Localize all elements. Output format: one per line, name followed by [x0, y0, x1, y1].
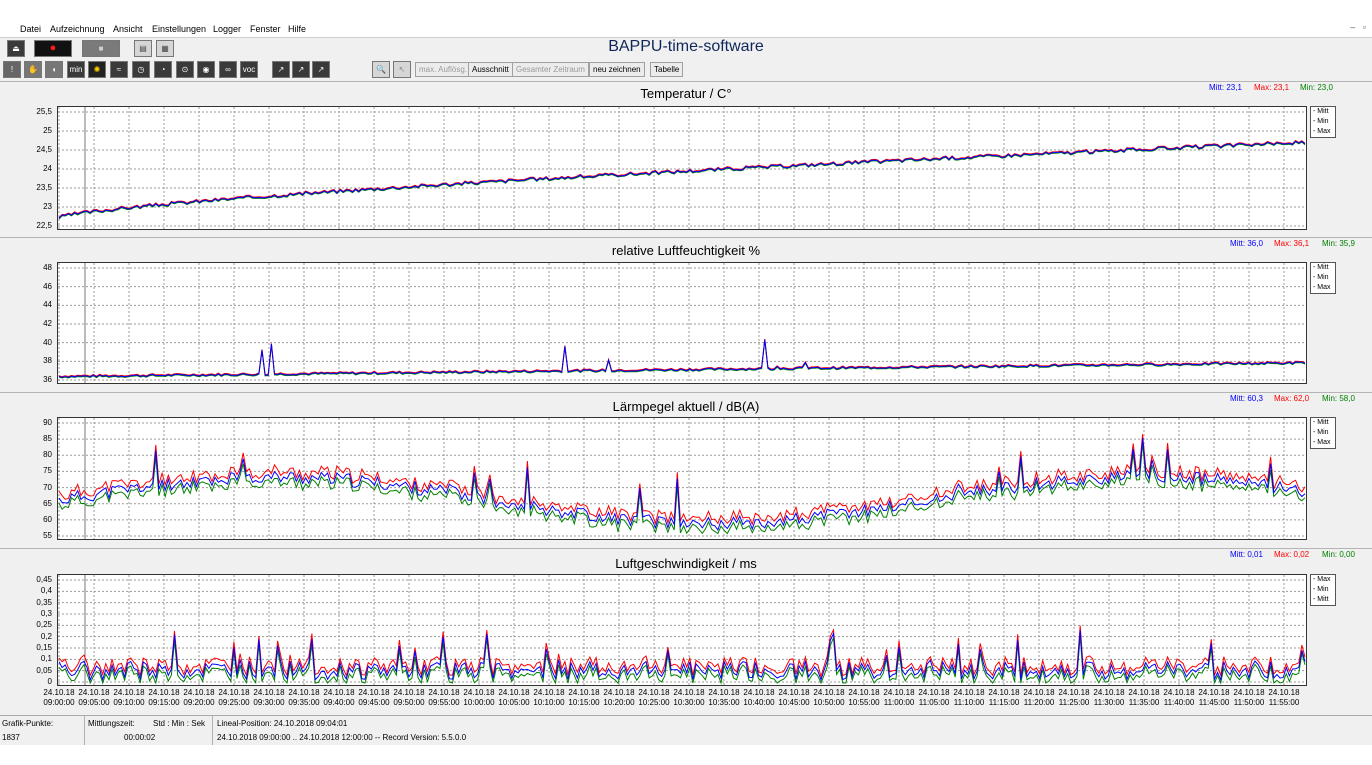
- y-tick-label: 80: [43, 450, 52, 460]
- menu-fenster[interactable]: Fenster: [250, 24, 281, 34]
- plot-canvas: [58, 263, 1306, 383]
- ball-icon[interactable]: ◉: [197, 61, 215, 78]
- series-mitt: [58, 438, 1306, 531]
- y-tick-label: 0,1: [40, 654, 52, 664]
- noise-panel: Lärmpegel aktuell / dB(A) Mitt: 60,3 Max…: [0, 392, 1372, 549]
- y-tick-label: 22,5: [36, 221, 52, 230]
- ausschnitt-button[interactable]: Ausschnitt: [468, 62, 513, 77]
- y-tick-label: 44: [43, 300, 52, 310]
- chart-10-icon[interactable]: ↗: [312, 61, 330, 78]
- y-tick-label: 0,4: [40, 586, 52, 596]
- y-tick-label: 65: [43, 498, 52, 508]
- ruler-position: Lineal-Position: 24.10.2018 09:04:01: [217, 719, 348, 728]
- chain-icon[interactable]: ∞: [219, 61, 237, 78]
- y-tick-label: 48: [43, 263, 52, 272]
- grafik-punkte-value: 1837: [2, 733, 20, 742]
- wind-icon[interactable]: ≈: [110, 61, 128, 78]
- meter-icon[interactable]: ⊙: [176, 61, 194, 78]
- mittlungszeit-value: 00:00:02: [124, 733, 156, 742]
- airspeed-panel: Luftgeschwindigkeit / ms Mitt: 0,01 Max:…: [0, 548, 1372, 716]
- y-tick-label: 25: [43, 126, 52, 135]
- humidity-panel: relative Luftfeuchtigkeit % Mitt: 36,0 M…: [0, 237, 1372, 393]
- redraw-button[interactable]: neu zeichnen: [589, 62, 645, 77]
- y-tick-label: 90: [43, 418, 52, 427]
- time-range-info: 24.10.2018 09:00:00 .. 24.10.2018 12:00:…: [217, 733, 467, 742]
- temperature-panel: Temperatur / C° Mitt: 23,1 Max: 23,1 Min…: [0, 81, 1372, 238]
- status-bar-values: 1837 00:00:02 24.10.2018 09:00:00 .. 24.…: [0, 731, 1372, 745]
- y-tick-label: 46: [43, 281, 52, 291]
- y-tick-label: 85: [43, 434, 52, 444]
- chart-icon[interactable]: ↗: [272, 61, 290, 78]
- toolbar-tools: ! ✋ ◖ min ✺ ≈ ◷ ◔ ⊙ ◉ ∞ voc ↗ ↗ ↗ 🔍 ↖: [0, 59, 1372, 82]
- menu-bar: Datei Aufzeichnung Ansicht Einstellungen…: [0, 21, 1372, 37]
- chart-2-5-icon[interactable]: ↗: [292, 61, 310, 78]
- full-range-button[interactable]: Gesamter Zeitraum: [512, 62, 589, 77]
- y-tick-label: 70: [43, 482, 52, 492]
- series-min: [58, 340, 1306, 379]
- mittlungszeit-label: Mittlungszeit:: [88, 719, 135, 728]
- sun-icon[interactable]: ✺: [88, 61, 106, 78]
- y-tick-label: 0,45: [36, 575, 52, 584]
- time-format-label: Std : Min : Sek: [153, 719, 206, 728]
- voc-icon[interactable]: voc: [240, 61, 258, 78]
- series-max: [58, 339, 1306, 378]
- x-tick-label: 24.10.18 11:55:00: [1268, 688, 1300, 707]
- search-icon[interactable]: 🔍: [372, 61, 390, 78]
- y-tick-label: 23: [43, 202, 52, 211]
- grafik-punkte-label: Grafik-Punkte:: [2, 719, 54, 728]
- menu-aufzeichnung[interactable]: Aufzeichnung: [50, 24, 105, 34]
- y-tick-label: 0: [47, 677, 52, 686]
- y-tick-label: 0,2: [40, 631, 52, 641]
- upside-down-icon[interactable]: !: [3, 61, 21, 78]
- plot-canvas: [58, 575, 1306, 685]
- clock-icon[interactable]: ◷: [132, 61, 150, 78]
- y-tick-label: 42: [43, 319, 52, 328]
- pointer-icon[interactable]: ↖: [393, 61, 411, 78]
- status-bar: Grafik-Punkte: Mittlungszeit: Std : Min …: [0, 715, 1372, 732]
- sound-icon[interactable]: ◖: [45, 61, 63, 78]
- y-tick-label: 40: [43, 337, 52, 347]
- y-tick-label: 23,5: [36, 183, 52, 192]
- y-tick-label: 75: [43, 466, 52, 476]
- gauge-icon[interactable]: ◔: [154, 61, 172, 78]
- plot-canvas: [58, 107, 1306, 229]
- y-tick-label: 55: [43, 531, 52, 540]
- y-tick-label: 25,5: [36, 107, 52, 116]
- menu-einstellungen[interactable]: Einstellungen: [152, 24, 206, 34]
- min-icon[interactable]: min: [67, 61, 85, 78]
- max-resolution-button[interactable]: max. Auflösg.: [415, 62, 472, 77]
- app-title: BAPPU-time-software: [608, 38, 764, 55]
- y-tick-label: 0,15: [36, 643, 52, 652]
- y-tick-label: 0,3: [40, 609, 52, 618]
- plot-canvas: [58, 418, 1306, 539]
- y-tick-label: 38: [43, 356, 52, 366]
- y-tick-label: 0,25: [36, 620, 52, 630]
- table-button[interactable]: Tabelle: [650, 62, 684, 77]
- series-mitt: [58, 339, 1306, 378]
- y-tick-label: 24: [43, 164, 52, 173]
- y-tick-label: 0,35: [36, 597, 52, 607]
- menu-logger[interactable]: Logger: [213, 24, 241, 34]
- window-controls[interactable]: – ▫: [1350, 22, 1366, 32]
- y-tick-label: 0,05: [36, 665, 52, 675]
- trend-icon[interactable]: ✋: [24, 61, 42, 78]
- y-tick-label: 24,5: [36, 145, 52, 154]
- y-tick-label: 60: [43, 514, 52, 524]
- y-tick-label: 36: [43, 375, 52, 384]
- menu-ansicht[interactable]: Ansicht: [113, 24, 143, 34]
- menu-hilfe[interactable]: Hilfe: [288, 24, 306, 34]
- menu-datei[interactable]: Datei: [20, 24, 41, 34]
